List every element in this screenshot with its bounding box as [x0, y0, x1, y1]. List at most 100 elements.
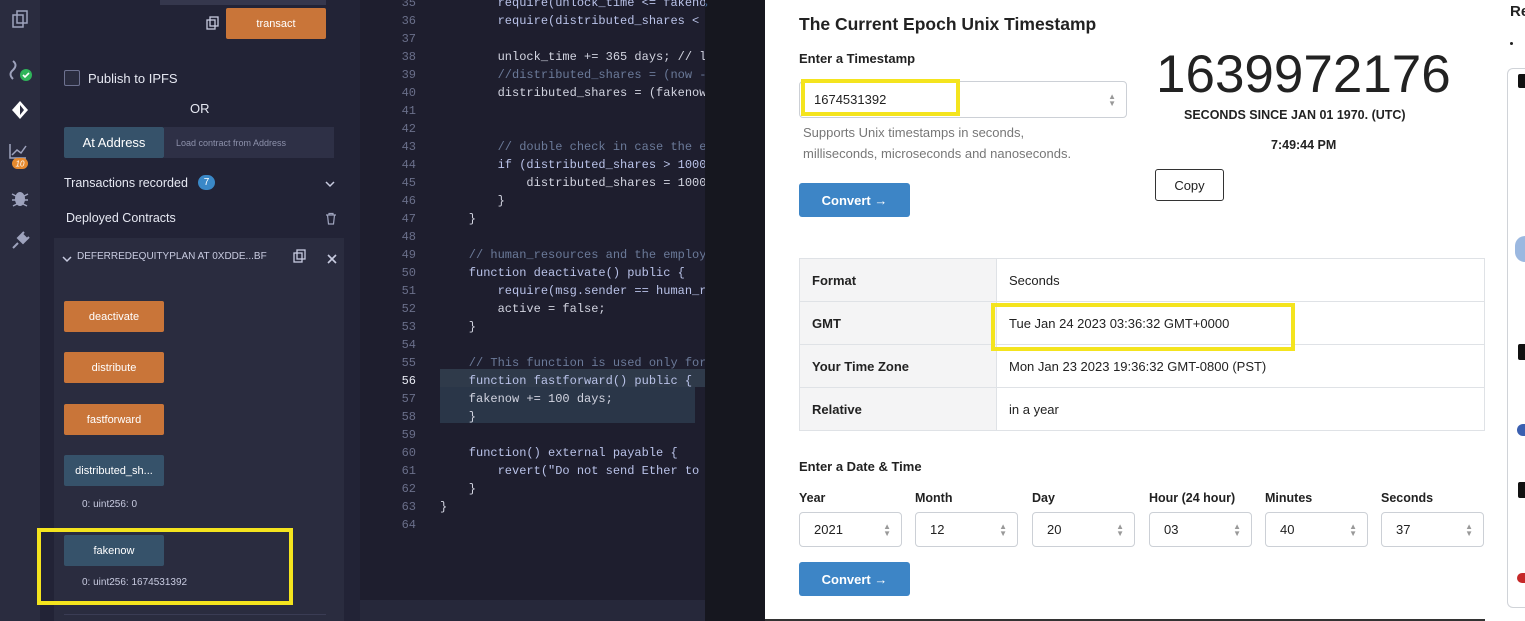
line-number: 41 — [401, 104, 416, 118]
spinner-icon[interactable]: ▲ ▼ — [1233, 522, 1241, 537]
line-number: 62 — [401, 482, 416, 496]
code-line[interactable]: // double check in case the e — [440, 138, 705, 156]
line-number: 44 — [401, 158, 416, 172]
editor-terminal-bar[interactable] — [360, 600, 705, 621]
code-text[interactable]: require(unlock_time <= fakeno require(di… — [440, 0, 705, 534]
line-number: 47 — [401, 212, 416, 226]
code-line[interactable] — [440, 426, 705, 444]
code-editor[interactable]: 35 36 37 38 39 40 41 42 43 44 45 46 47 48 49 50 51 52 53 54… — [360, 0, 705, 621]
compiler-check-icon[interactable] — [5, 56, 35, 82]
code-line[interactable]: require(unlock_time <= fakeno — [440, 0, 705, 12]
hour-input[interactable]: 03 ▲ ▼ — [1149, 512, 1252, 547]
code-line[interactable]: if (distributed_shares > 1000 — [440, 156, 705, 174]
analysis-icon[interactable]: 10 — [5, 143, 35, 169]
spinner-icon[interactable]: ▲ ▼ — [883, 522, 891, 537]
code-line[interactable] — [440, 102, 705, 120]
code-line[interactable] — [440, 120, 705, 138]
hour-value: 03 — [1164, 522, 1179, 537]
debugger-bug-icon[interactable] — [5, 185, 35, 211]
expand-arrow-icon[interactable]: › — [705, 0, 709, 12]
code-line[interactable]: function fastforward() public { — [440, 372, 705, 390]
instance-chevron-icon[interactable] — [62, 251, 72, 263]
code-line[interactable]: } — [440, 210, 705, 228]
convert-date-button[interactable]: Convert → — [799, 562, 910, 596]
line-number: 48 — [401, 230, 416, 244]
deploy-run-icon[interactable] — [5, 97, 35, 123]
line-number: 38 — [401, 50, 416, 64]
code-line[interactable]: function() external payable { — [440, 444, 705, 462]
line-number: 58 — [401, 410, 416, 424]
code-line[interactable]: distributed_shares = 1000 — [440, 174, 705, 192]
table-row: Relative in a year — [799, 387, 1485, 431]
minutes-value: 40 — [1280, 522, 1295, 537]
side-card — [1507, 68, 1525, 608]
convert-timestamp-button[interactable]: Convert → — [799, 183, 910, 217]
spinner-icon[interactable]: ▲ ▼ — [1116, 522, 1124, 537]
transact-button[interactable]: transact — [226, 8, 326, 39]
or-label: OR — [190, 101, 210, 116]
copy-button[interactable]: Copy — [1155, 169, 1224, 201]
file-explorer-icon[interactable] — [5, 6, 35, 32]
copy-address-icon[interactable] — [293, 249, 307, 263]
seconds-input[interactable]: 37 ▲ ▼ — [1381, 512, 1484, 547]
distribute-button[interactable]: distribute — [64, 352, 164, 383]
line-number: 55 — [401, 356, 416, 370]
line-number-gutter: 35 36 37 38 39 40 41 42 43 44 45 46 47 48 49 50 51 52 53 54… — [360, 0, 416, 534]
side-thumb-icon[interactable] — [1518, 74, 1525, 88]
publish-ipfs-checkbox[interactable] — [64, 70, 80, 86]
code-line[interactable]: active = false; — [440, 300, 705, 318]
load-address-input[interactable]: Load contract from Address — [164, 127, 334, 158]
spinner-icon[interactable]: ▲ ▼ — [1349, 522, 1357, 537]
code-line[interactable]: } — [440, 192, 705, 210]
code-line[interactable]: // human_resources and the employ — [440, 246, 705, 264]
svg-text:10: 10 — [16, 160, 25, 169]
copy-icon[interactable] — [206, 16, 220, 30]
code-line[interactable]: //distributed_shares = (now - — [440, 66, 705, 84]
side-thumb-icon[interactable] — [1518, 344, 1525, 360]
code-line[interactable]: } — [440, 480, 705, 498]
code-line[interactable]: unlock_time += 365 days; // l — [440, 48, 705, 66]
close-instance-icon[interactable] — [327, 251, 337, 264]
line-number: 36 — [401, 14, 416, 28]
code-line[interactable]: fakenow += 100 days; — [440, 390, 705, 408]
year-value: 2021 — [814, 522, 843, 537]
day-input[interactable]: 20 ▲ ▼ — [1032, 512, 1135, 547]
code-line[interactable]: distributed_shares = (fakenow — [440, 84, 705, 102]
current-timestamp: 1639972176 — [1156, 45, 1451, 104]
code-line[interactable] — [440, 228, 705, 246]
fakenow-highlight-box — [37, 528, 293, 605]
deactivate-button[interactable]: deactivate — [64, 301, 164, 332]
contract-instance-label[interactable]: DEFERREDEQUITYPLAN AT 0XDDE...BF — [77, 251, 267, 262]
month-input[interactable]: 12 ▲ ▼ — [915, 512, 1018, 547]
code-line[interactable]: // This function is used only for — [440, 354, 705, 372]
side-thumb-icon[interactable] — [1518, 482, 1525, 498]
code-line[interactable]: revert("Do not send Ether to — [440, 462, 705, 480]
distributed-shares-button[interactable]: distributed_sh... — [64, 455, 164, 486]
code-line[interactable]: } — [440, 408, 705, 426]
code-line[interactable] — [440, 30, 705, 48]
code-line[interactable]: function deactivate() public { — [440, 264, 705, 282]
supports-text-line-1: Supports Unix timestamps in seconds, — [803, 125, 1025, 140]
year-label: Year — [799, 491, 826, 505]
spinner-icon[interactable]: ▲ ▼ — [1465, 522, 1473, 537]
code-line[interactable] — [440, 336, 705, 354]
code-line[interactable] — [440, 516, 705, 534]
fastforward-button[interactable]: fastforward — [64, 404, 164, 435]
trash-icon[interactable] — [325, 212, 337, 225]
year-input[interactable]: 2021 ▲ ▼ — [799, 512, 902, 547]
code-line[interactable]: } — [440, 318, 705, 336]
code-line[interactable]: } — [440, 498, 705, 516]
line-number: 35 — [401, 0, 416, 10]
code-line[interactable]: require(distributed_shares < — [440, 12, 705, 30]
chevron-down-icon[interactable] — [324, 177, 336, 189]
seconds-label: Seconds — [1381, 491, 1434, 505]
spinner-icon[interactable]: ▲ ▼ — [999, 522, 1007, 537]
value-input-edge[interactable] — [160, 0, 326, 5]
distributed-shares-result: 0: uint256: 0 — [82, 499, 138, 510]
at-address-button[interactable]: At Address — [64, 127, 164, 158]
spinner-icon[interactable]: ▲ ▼ — [1108, 92, 1116, 107]
plugin-plug-icon[interactable] — [5, 228, 35, 254]
code-line[interactable]: require(msg.sender == human_r — [440, 282, 705, 300]
transactions-recorded-label[interactable]: Transactions recorded — [64, 176, 188, 190]
minutes-input[interactable]: 40 ▲ ▼ — [1265, 512, 1368, 547]
